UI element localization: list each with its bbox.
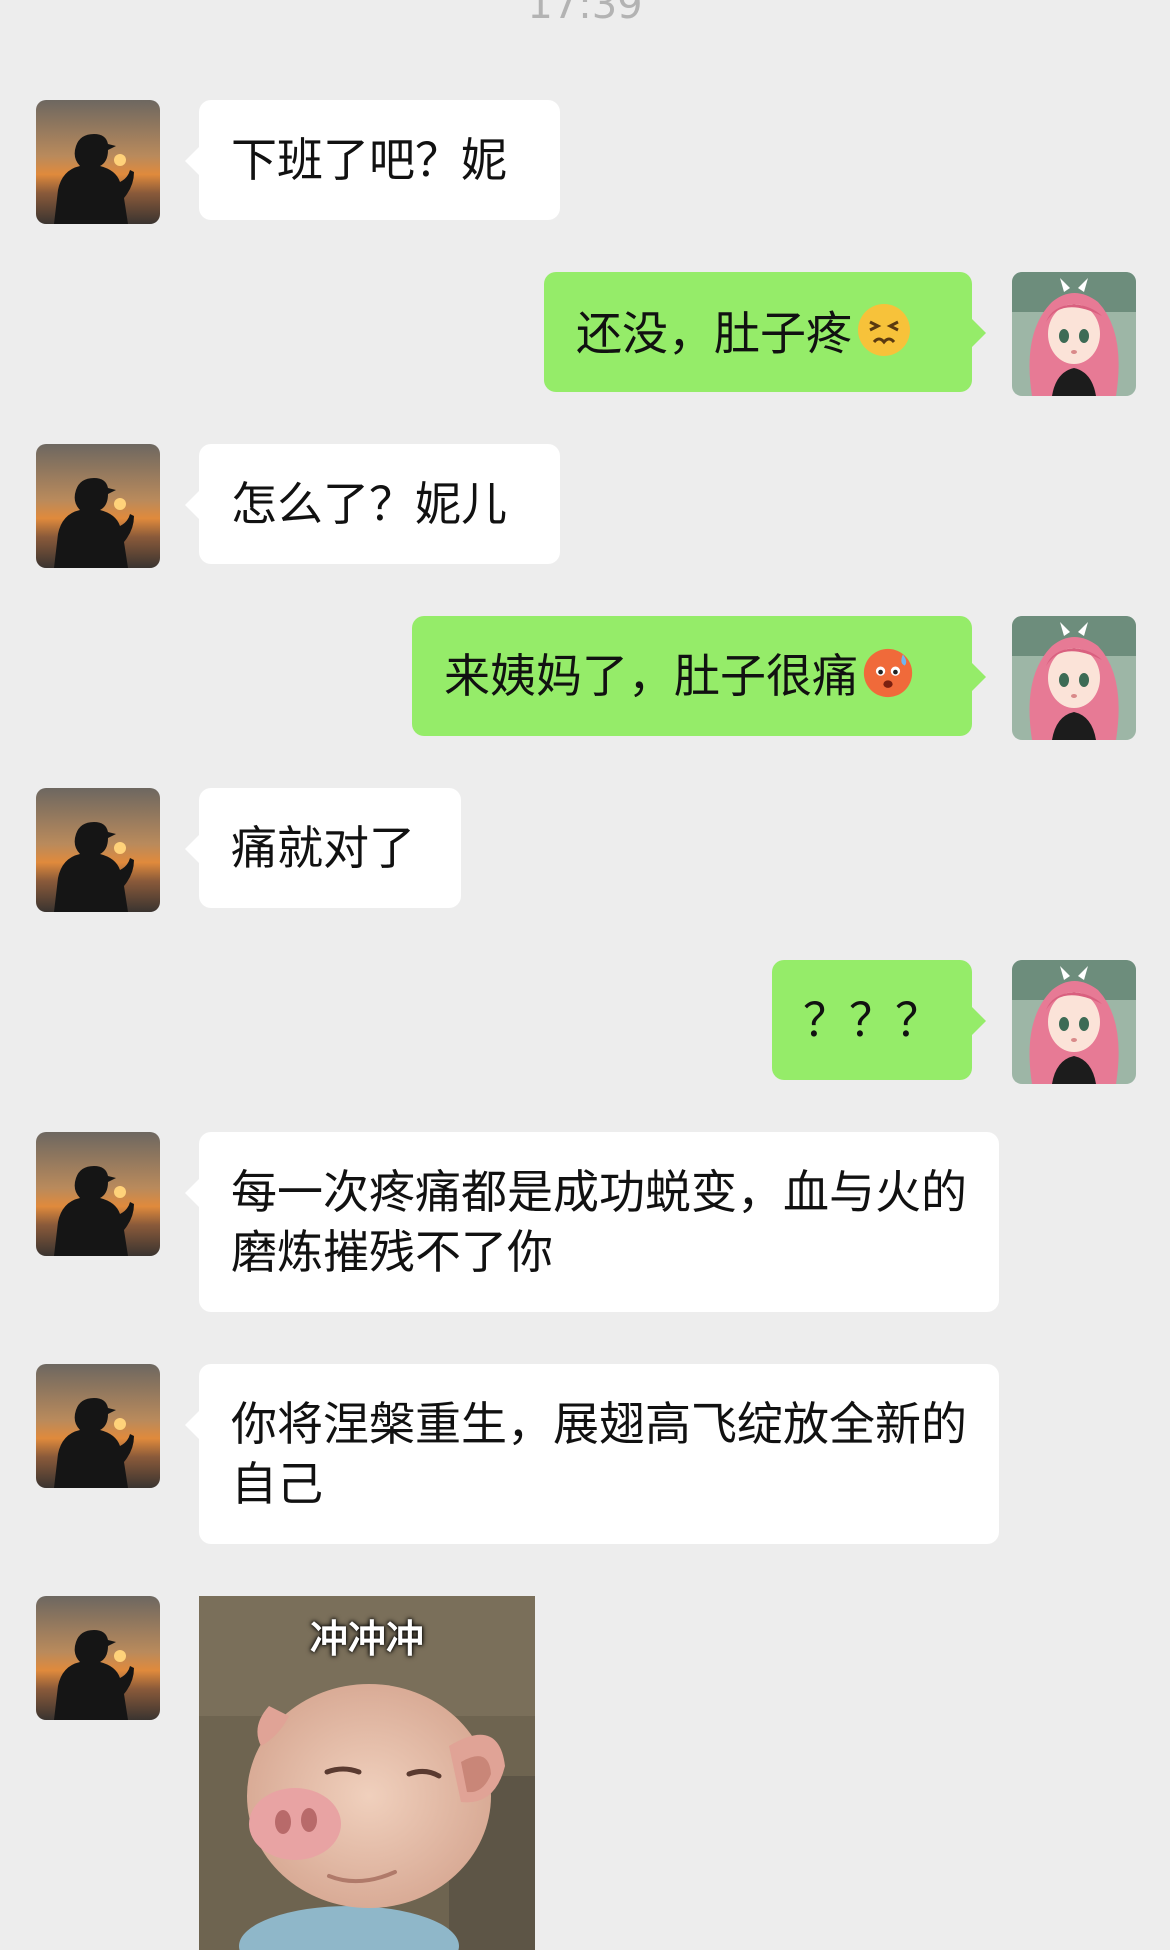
message-text: 下班了吧？妮 — [231, 133, 507, 187]
worried-sweat-face-emoji — [862, 647, 914, 713]
contact-avatar[interactable] — [36, 788, 160, 912]
message-bubble-outgoing[interactable]: ？？？ — [772, 960, 986, 1080]
contact-avatar[interactable] — [36, 1364, 160, 1488]
timestamp: 17:39 — [527, 0, 643, 28]
message-bubble-outgoing[interactable]: 还没，肚子疼 — [544, 272, 986, 392]
message-bubble-incoming[interactable]: 怎么了？妮儿 — [185, 444, 560, 564]
anime-pink-hair-girl-avatar — [1012, 616, 1136, 740]
self-avatar[interactable] — [1012, 616, 1136, 740]
message-text: 来姨妈了，肚子很痛 — [444, 649, 858, 703]
contact-avatar[interactable] — [36, 1596, 160, 1720]
silhouette-sunset-avatar — [36, 100, 160, 224]
silhouette-sunset-avatar — [36, 1364, 160, 1488]
message-bubble-incoming[interactable]: 你将涅槃重生，展翅高飞绽放全新的自己 — [185, 1364, 999, 1544]
message-text: 每一次疼痛都是成功蜕变，血与火的磨炼摧残不了你 — [231, 1165, 967, 1279]
message-text: ？？？ — [803, 993, 941, 1047]
message-bubble-incoming[interactable]: 痛就对了 — [185, 788, 461, 908]
contact-avatar[interactable] — [36, 444, 160, 568]
contact-avatar[interactable] — [36, 1132, 160, 1256]
self-avatar[interactable] — [1012, 272, 1136, 396]
self-avatar[interactable] — [1012, 960, 1136, 1084]
message-bubble-incoming[interactable]: 下班了吧？妮 — [185, 100, 560, 220]
sticker-caption: 冲冲冲 — [309, 1617, 424, 1661]
message-bubble-outgoing[interactable]: 来姨妈了，肚子很痛 — [412, 616, 986, 736]
message-text: 怎么了？妮儿 — [231, 477, 507, 531]
pig-sticker[interactable]: 冲冲冲 — [199, 1596, 535, 1950]
message-text: 痛就对了 — [231, 821, 415, 875]
silhouette-sunset-avatar — [36, 1132, 160, 1256]
silhouette-sunset-avatar — [36, 444, 160, 568]
message-text: 你将涅槃重生，展翅高飞绽放全新的自己 — [231, 1397, 967, 1511]
silhouette-sunset-avatar — [36, 1596, 160, 1720]
anime-pink-hair-girl-avatar — [1012, 272, 1136, 396]
silhouette-sunset-avatar — [36, 788, 160, 912]
message-text: 还没，肚子疼 — [576, 306, 852, 361]
persevering-face-emoji — [856, 302, 912, 372]
message-bubble-incoming[interactable]: 每一次疼痛都是成功蜕变，血与火的磨炼摧残不了你 — [185, 1132, 999, 1312]
contact-avatar[interactable] — [36, 100, 160, 224]
anime-pink-hair-girl-avatar — [1012, 960, 1136, 1084]
